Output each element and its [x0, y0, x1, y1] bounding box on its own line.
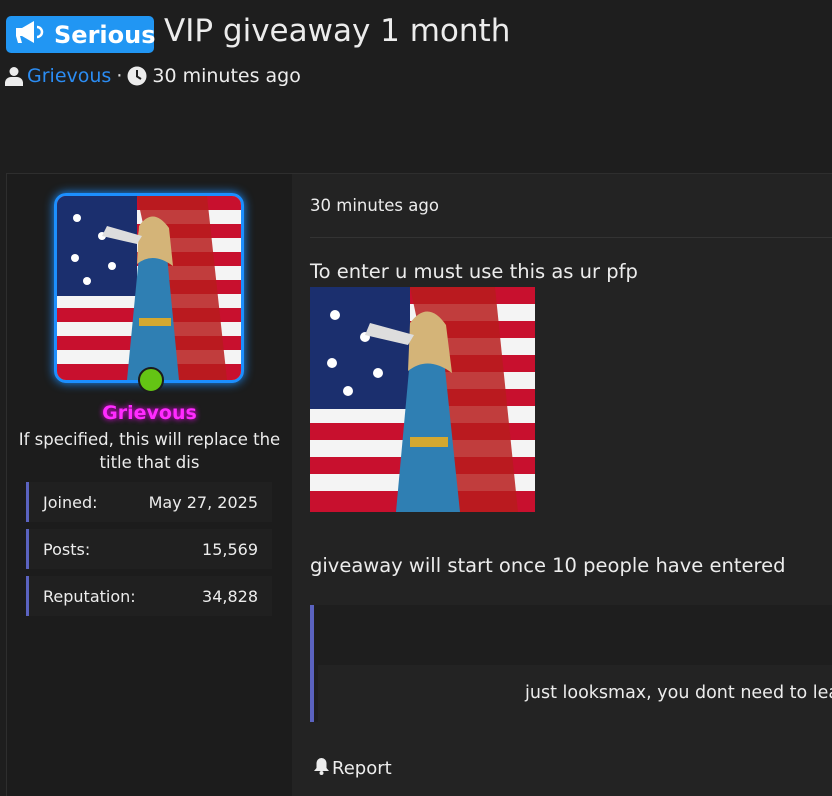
post-image[interactable]	[310, 287, 535, 512]
bell-icon	[313, 757, 332, 780]
post-text-line: To enter u must use this as ur pfp	[310, 260, 638, 283]
avatar[interactable]	[54, 193, 244, 383]
user-title: If specified, this will replace the titl…	[18, 430, 281, 472]
stat-value: 34,828	[202, 586, 258, 606]
report-label: Report	[332, 758, 392, 779]
thread-title: VIP giveaway 1 month	[164, 13, 511, 49]
prefix-label: Serious	[54, 20, 156, 49]
stat-posts: Posts: 15,569	[26, 529, 272, 569]
user-icon	[5, 66, 23, 86]
thread-time[interactable]: 30 minutes ago	[152, 65, 301, 87]
megaphone-icon	[14, 19, 54, 51]
clock-icon	[127, 66, 147, 86]
stat-label: Joined:	[43, 492, 98, 512]
stat-value: 15,569	[202, 539, 258, 559]
post-text-line: giveaway will start once 10 people have …	[310, 554, 786, 577]
stat-value: May 27, 2025	[148, 492, 258, 512]
stat-label: Posts:	[43, 539, 91, 559]
quote-block: just looksmax, you dont need to lear	[310, 605, 832, 722]
stat-reputation: Reputation: 34,828	[26, 576, 272, 616]
thread-meta: Grievous · 30 minutes ago	[5, 63, 301, 89]
stat-label: Reputation:	[43, 586, 136, 606]
thread-prefix-badge[interactable]: Serious	[6, 16, 156, 53]
quote-body: just looksmax, you dont need to lear	[318, 665, 832, 722]
post-main: 30 minutes ago To enter u must use this …	[292, 174, 832, 796]
post-date-link[interactable]: 30 minutes ago	[310, 196, 439, 215]
quote-text: just looksmax, you dont need to lear	[525, 683, 832, 703]
thread-header: Serious VIP giveaway 1 month Grievous · …	[0, 0, 832, 100]
post-header-divider	[310, 237, 832, 238]
stat-joined: Joined: May 27, 2025	[26, 482, 272, 522]
sidebar-username[interactable]: Grievous	[7, 402, 292, 424]
report-button[interactable]: Report	[313, 757, 392, 780]
post-container: Grievous If specified, this will replace…	[6, 173, 832, 796]
online-status-dot	[138, 367, 164, 393]
thread-author-link[interactable]: Grievous	[27, 65, 111, 87]
post-user-sidebar: Grievous If specified, this will replace…	[7, 174, 292, 796]
meta-separator: ·	[116, 65, 123, 87]
